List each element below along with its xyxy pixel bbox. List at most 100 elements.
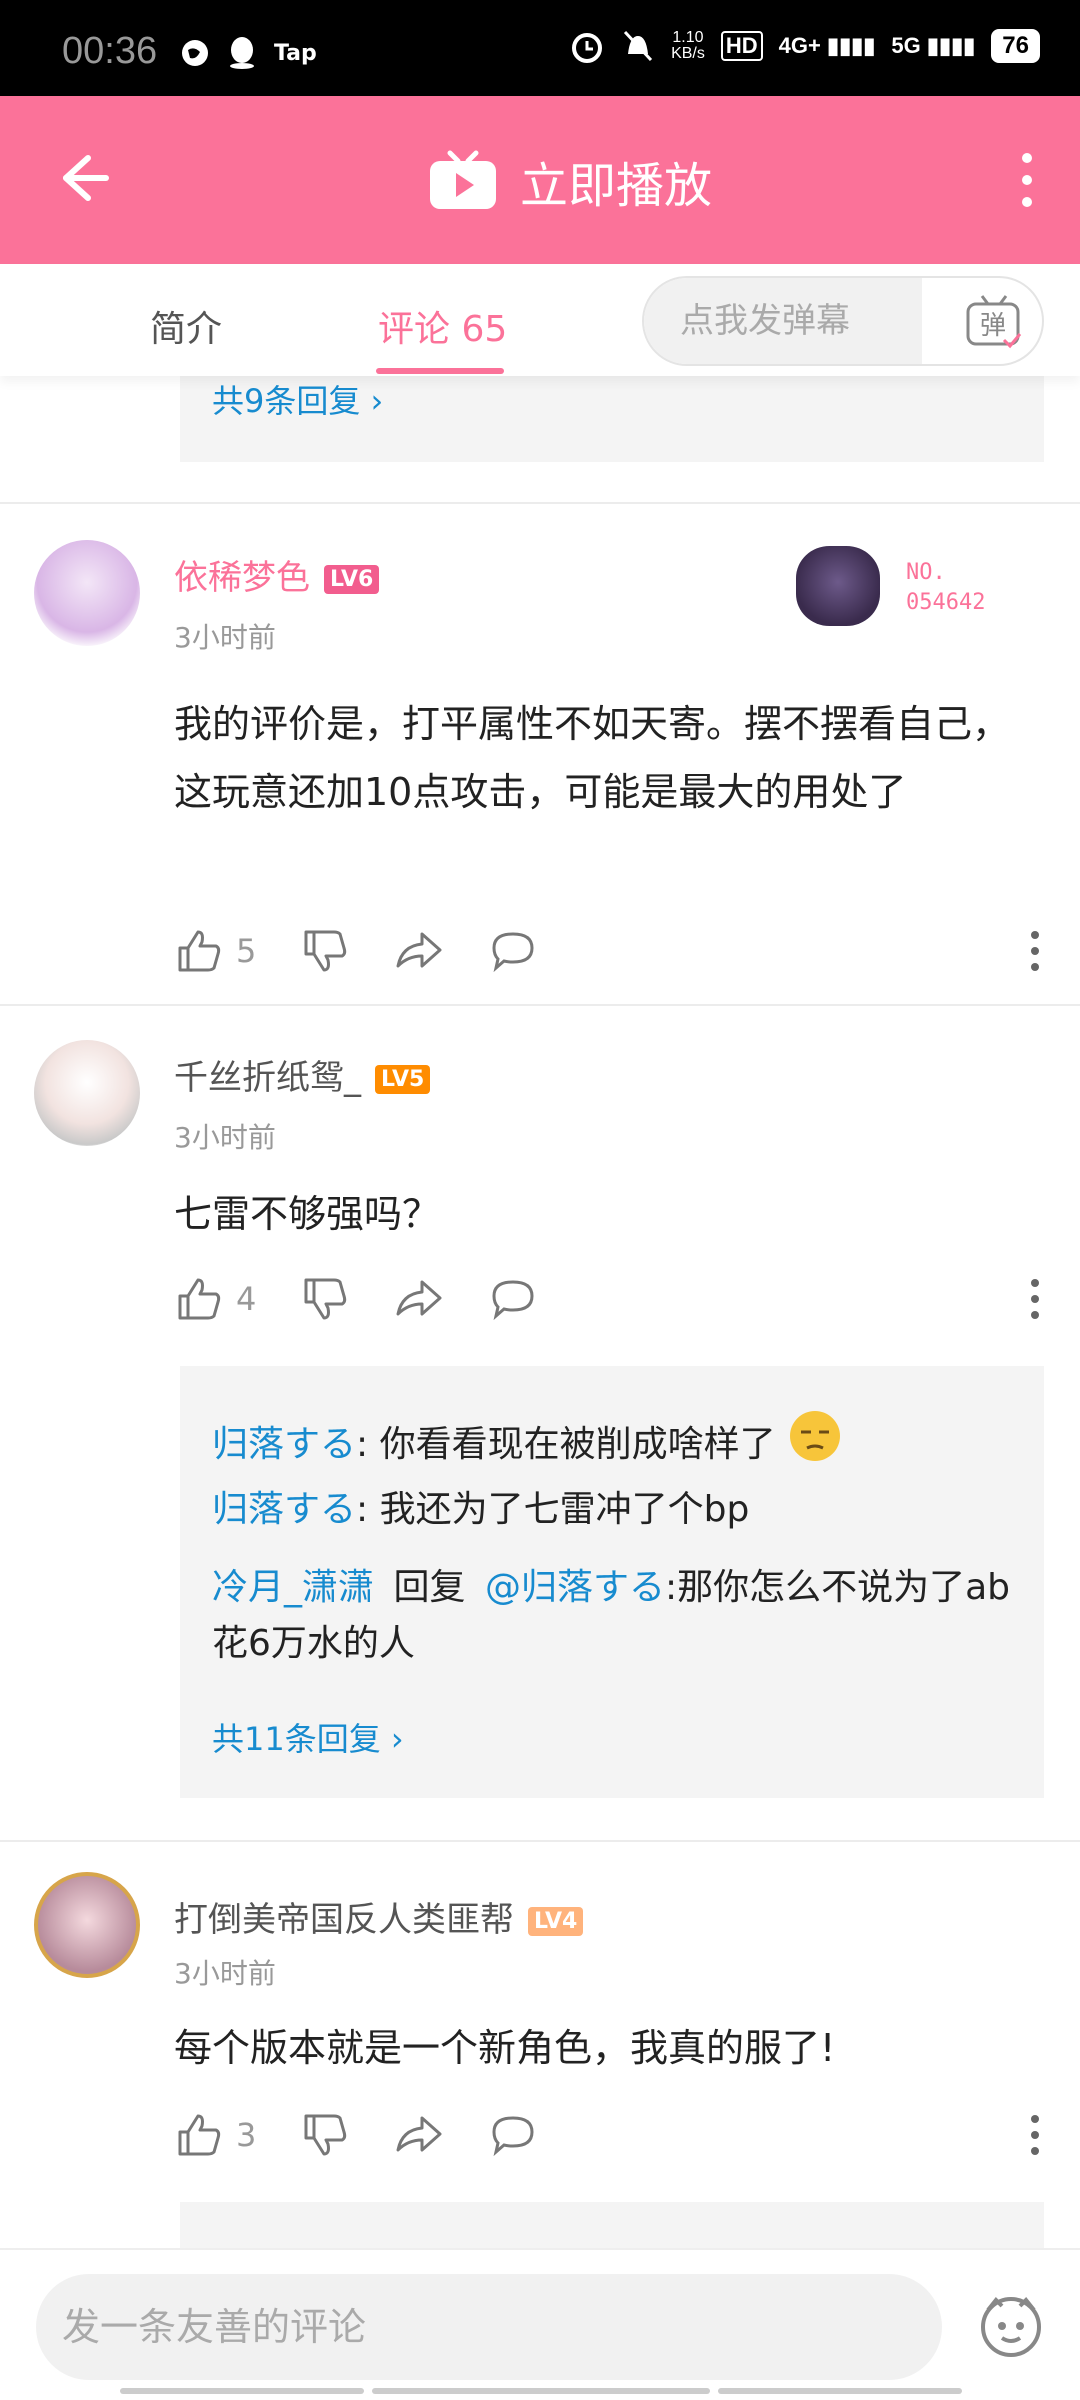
reply-line[interactable]: 归落する: 你看看现在被削成啥样了 xyxy=(212,1408,843,1473)
gesture-segment xyxy=(120,2388,364,2394)
comment-username[interactable]: 打倒美帝国反人类匪帮 LV4 xyxy=(174,1892,584,1941)
like-count: 3 xyxy=(236,2116,257,2154)
thumbs-up-icon xyxy=(178,930,221,972)
comment-content: 我的评价是，打平属性不如天寄。摆不摆看自己，这玩意还加10点攻击，可能是最大的用… xyxy=(174,702,1011,814)
avatar[interactable] xyxy=(34,1872,140,1978)
tab-intro[interactable]: 简介 xyxy=(150,300,222,352)
tab-active-indicator xyxy=(376,368,504,374)
fan-badge: NO. 054642 xyxy=(790,540,1020,630)
share-button[interactable] xyxy=(394,1274,444,1324)
signal-4g: 4G+ ▮▮▮▮ xyxy=(778,33,876,58)
thumbs-down-icon xyxy=(304,2114,347,2156)
reply-text: 你看看现在被削成啥样了 xyxy=(379,1424,776,1465)
like-button[interactable]: 4 xyxy=(174,1274,256,1324)
comment-actions: 5 xyxy=(174,926,582,976)
dislike-button[interactable] xyxy=(300,926,350,976)
badge-number: NO. 054642 xyxy=(906,560,986,615)
thumbs-up-icon xyxy=(178,2114,221,2156)
comment-content: 七雷不够强吗？ xyxy=(174,1192,441,1236)
chat-bubble-icon xyxy=(492,932,534,973)
comment-content: 每个版本就是一个新角色，我真的服了! xyxy=(174,2026,836,2070)
tab-comments[interactable]: 评论 65 xyxy=(378,300,507,352)
reply-line[interactable]: 归落する: 我还为了七雷冲了个bp xyxy=(212,1482,749,1538)
browser-icon xyxy=(182,40,208,66)
comment-input[interactable]: 发一条友善的评论 xyxy=(36,2274,942,2380)
comment-time: 3小时前 xyxy=(174,621,276,654)
status-left-icons: Tap xyxy=(180,36,317,70)
reply-button[interactable] xyxy=(488,1274,538,1324)
reply-button[interactable] xyxy=(488,926,538,976)
reply-word: 回复 xyxy=(393,1567,466,1608)
battery-indicator: 76 xyxy=(991,29,1040,63)
comment-compose-bar: 发一条友善的评论 xyxy=(0,2248,1080,2400)
like-button[interactable]: 5 xyxy=(174,926,256,976)
mute-bell-icon xyxy=(623,30,653,62)
danmaku-entry[interactable]: 点我发弹幕 弹 xyxy=(642,276,1044,366)
share-button[interactable] xyxy=(394,926,444,976)
more-replies-link[interactable]: 共9条回复 › xyxy=(212,376,383,422)
level-badge: LV4 xyxy=(528,1907,584,1936)
header-title: 立即播放 xyxy=(520,158,713,214)
hd-badge: HD xyxy=(720,31,763,61)
reply-mention[interactable]: @归落する xyxy=(485,1567,665,1608)
reply-button[interactable] xyxy=(488,2110,538,2160)
thumbs-down-icon xyxy=(304,930,347,972)
more-options-icon[interactable] xyxy=(1030,1278,1040,1320)
reply-line[interactable]: 冷月_潇潇 回复 @归落する:那你怎么不说为了ab花6万水的人 xyxy=(212,1560,1032,1672)
chevron-right-icon: › xyxy=(370,382,384,420)
badge-character-image xyxy=(796,546,880,626)
share-button[interactable] xyxy=(394,2110,444,2160)
gesture-segment xyxy=(372,2388,710,2394)
like-button[interactable]: 3 xyxy=(174,2110,256,2160)
comment-username[interactable]: 千丝折纸鸳_ LV5 xyxy=(174,1050,431,1099)
emoji-smug-icon xyxy=(790,1411,841,1461)
reply-username[interactable]: 归落する xyxy=(212,1424,356,1465)
level-badge: LV5 xyxy=(375,1065,431,1094)
tap-label: Tap xyxy=(274,40,317,66)
share-icon xyxy=(396,1280,442,1316)
more-options-icon[interactable] xyxy=(1030,2114,1040,2156)
avatar[interactable] xyxy=(34,540,140,646)
reply-box: 归落する: 你看看现在被削成啥样了 归落する: 我还为了七雷冲了个bp 冷月_潇… xyxy=(180,1366,1044,1798)
divider xyxy=(0,1840,1080,1842)
more-options-icon[interactable] xyxy=(1030,930,1040,972)
net-speed: 1.10 KB/s xyxy=(671,29,705,62)
back-arrow-icon[interactable] xyxy=(54,148,114,208)
play-now-button[interactable]: 立即播放 xyxy=(428,146,712,216)
avatar[interactable] xyxy=(34,1040,140,1146)
gesture-segment xyxy=(718,2388,962,2394)
chat-bubble-icon xyxy=(492,2116,534,2157)
reply-username[interactable]: 冷月_潇潇 xyxy=(212,1567,374,1608)
status-right-icons: 1.10 KB/s HD 4G+ ▮▮▮▮ 5G ▮▮▮▮ 76 xyxy=(569,28,1040,64)
reply-text: 我还为了七雷冲了个bp xyxy=(379,1489,750,1530)
dislike-button[interactable] xyxy=(300,1274,350,1324)
reply-username[interactable]: 归落する xyxy=(212,1489,356,1530)
like-count: 5 xyxy=(236,932,257,970)
share-icon xyxy=(396,932,442,968)
tv-play-icon xyxy=(430,150,496,209)
dislike-button[interactable] xyxy=(300,2110,350,2160)
comment-time: 3小时前 xyxy=(174,1957,276,1990)
signal-5g: 5G ▮▮▮▮ xyxy=(891,33,976,58)
video-header: 立即播放 xyxy=(0,96,1080,264)
divider xyxy=(0,1004,1080,1006)
status-time: 00:36 xyxy=(62,30,158,72)
comment-actions: 3 xyxy=(174,2110,582,2160)
share-icon xyxy=(396,2116,442,2152)
gesture-bar xyxy=(120,2388,962,2394)
more-options-icon[interactable] xyxy=(1020,150,1034,210)
status-bar: 00:36 Tap 1.10 KB/s HD 4G+ ▮▮▮▮ 5G ▮▮▮▮ 7… xyxy=(0,0,1080,96)
danmaku-tv-icon[interactable]: 弹 xyxy=(964,292,1024,352)
alarm-icon xyxy=(572,33,603,63)
chevron-right-icon: › xyxy=(390,1720,404,1758)
thumbs-up-icon xyxy=(178,1278,221,1320)
qq-icon xyxy=(230,37,254,69)
comment-time: 3小时前 xyxy=(174,1121,276,1154)
comment-actions: 4 xyxy=(174,1274,582,1324)
danmaku-input[interactable]: 点我发弹幕 xyxy=(644,278,922,364)
reply-box xyxy=(180,2202,1044,2248)
chat-bubble-icon xyxy=(492,1280,534,1321)
emoji-icon[interactable] xyxy=(978,2292,1044,2358)
comment-username[interactable]: 依稀梦色 LV6 xyxy=(174,550,380,599)
more-replies-link[interactable]: 共11条回复 › xyxy=(212,1714,404,1760)
